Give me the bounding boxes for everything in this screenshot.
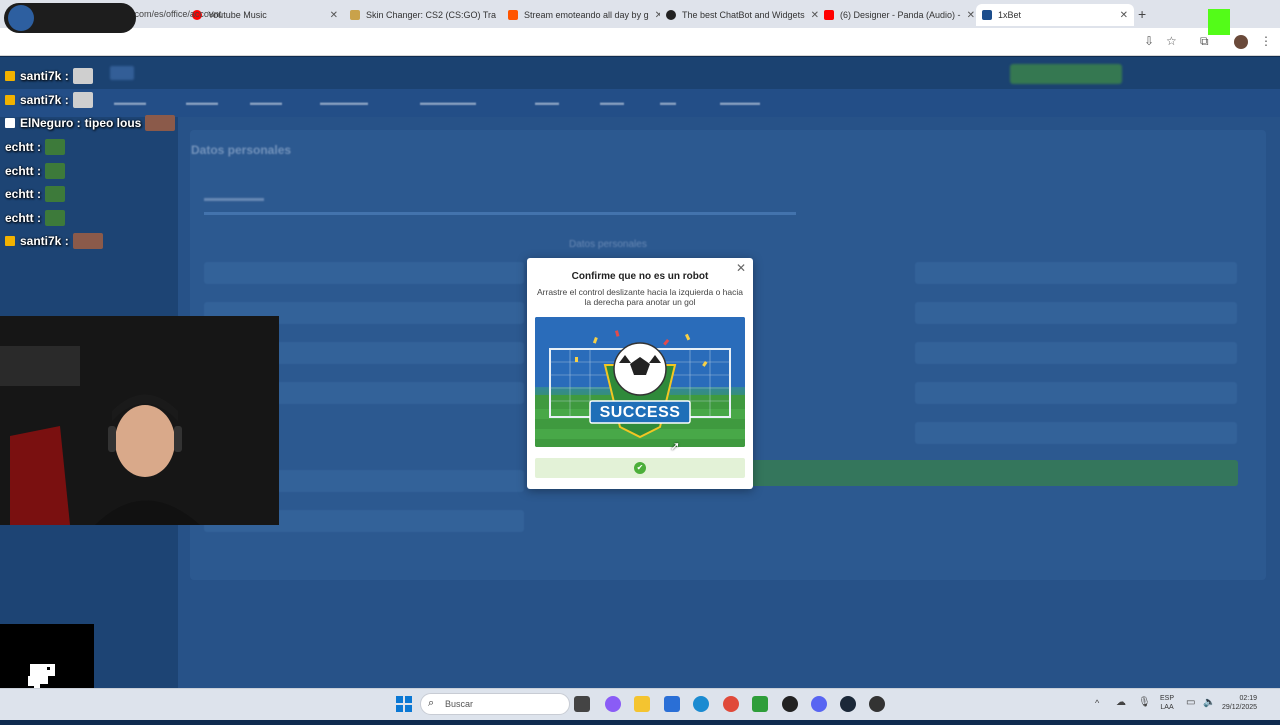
time: 02:19	[1239, 695, 1258, 702]
mouse-cursor-icon: ➚	[670, 439, 681, 453]
chrome-icon[interactable]	[723, 696, 739, 712]
chat-username: santi7k :	[20, 93, 69, 107]
volume-icon[interactable]: 🔈	[1203, 697, 1215, 708]
tab-chatbot[interactable]: The best ChatBot and Widgets ✕	[660, 4, 818, 26]
task-view-icon[interactable]	[574, 696, 590, 712]
date: 29/12/2025	[1222, 704, 1258, 711]
crown-icon	[5, 95, 15, 105]
tab-stream-emoteando[interactable]: Stream emoteando all day by g ✕	[502, 4, 660, 26]
chevron-up-icon[interactable]: ^	[1095, 698, 1099, 708]
captcha-success-text: SUCCESS	[599, 404, 681, 421]
webcam-feed	[0, 316, 279, 525]
chat-username: echtt :	[5, 164, 41, 178]
clock[interactable]: 02:19 29/12/2025	[1222, 694, 1257, 712]
chat-username: santi7k :	[20, 69, 69, 83]
obs-icon[interactable]	[869, 696, 885, 712]
language-indicator[interactable]: ESP LAA	[1160, 694, 1174, 712]
goal-scene-illustration	[535, 317, 745, 447]
captcha-football-image	[535, 317, 745, 447]
copilot-icon[interactable]	[605, 696, 621, 712]
crown-icon	[5, 71, 15, 81]
tab-label: (6) Designer - Panda (Audio) -	[840, 10, 961, 20]
emote-icon	[145, 115, 176, 131]
youtube-icon	[824, 10, 834, 20]
chatbot-icon	[666, 10, 676, 20]
profile-avatar[interactable]	[1234, 35, 1248, 49]
chat-message: echtt :	[5, 184, 65, 204]
soundcloud-icon	[508, 10, 518, 20]
chat-text: tipeo lous	[84, 116, 142, 130]
streamer-avatar	[8, 5, 34, 31]
chat-message: echtt :	[5, 161, 65, 181]
modal-title: Confirme que no es un robot	[571, 271, 709, 282]
emote-icon	[45, 163, 65, 179]
crown-icon	[5, 236, 15, 246]
chat-message: santi7k :	[5, 66, 93, 86]
skin-changer-icon	[350, 10, 360, 20]
search-icon: ⌕	[428, 697, 435, 709]
badge-icon	[5, 118, 15, 128]
install-app-icon[interactable]: ⇩	[1144, 34, 1154, 48]
emote-icon	[45, 186, 65, 202]
chat-message: santi7k :	[5, 90, 93, 110]
address-bar	[0, 28, 1280, 56]
tab-label: Stream emoteando all day by g	[524, 10, 649, 20]
tab-1xbet[interactable]: 1xBet ✕	[976, 4, 1134, 26]
edge-icon[interactable]	[693, 696, 709, 712]
tab-designer[interactable]: (6) Designer - Panda (Audio) - ✕	[818, 4, 976, 26]
search-placeholder: Buscar	[445, 699, 474, 709]
emote-icon	[45, 139, 65, 155]
app-icon[interactable]	[782, 696, 798, 712]
taskbar-search[interactable]	[420, 693, 570, 715]
close-icon[interactable]: ✕	[324, 10, 338, 21]
file-explorer-icon[interactable]	[634, 696, 650, 712]
new-tab-icon[interactable]: +	[1138, 6, 1146, 22]
discord-icon[interactable]	[811, 696, 827, 712]
kick-logo-icon	[1208, 9, 1230, 35]
microphone-icon[interactable]: 🎙	[1138, 697, 1151, 708]
store-icon[interactable]	[664, 696, 680, 712]
emote-icon	[72, 68, 93, 84]
tab-skin-changer[interactable]: Skin Changer: CS2 (CS:GO) Tra ✕	[344, 4, 502, 26]
close-icon[interactable]: ✕	[805, 10, 818, 21]
steam-icon[interactable]	[840, 696, 856, 712]
chat-username: santi7k :	[20, 234, 69, 248]
extensions-icon[interactable]: ⧉	[1200, 34, 1209, 49]
chat-username: echtt :	[5, 211, 41, 225]
tab-label: The best ChatBot and Widgets	[682, 10, 805, 20]
cloud-icon[interactable]: ☁	[1116, 697, 1126, 708]
language-code: ESP	[1160, 695, 1175, 702]
tab-label: Skin Changer: CS2 (CS:GO) Tra	[366, 10, 497, 20]
check-icon: ✔	[634, 462, 646, 474]
region-code: LAA	[1160, 704, 1174, 711]
emote-icon	[72, 233, 103, 249]
emote-icon	[72, 92, 93, 108]
chat-username: ElNeguro :	[20, 116, 81, 130]
emote-icon	[45, 210, 65, 226]
close-icon[interactable]: ✕	[649, 10, 660, 21]
close-icon[interactable]: ✕	[961, 10, 975, 21]
chat-message: santi7k :	[5, 231, 103, 251]
onexbet-icon	[982, 10, 992, 20]
xbox-icon[interactable]	[752, 696, 768, 712]
chat-message: echtt :	[5, 208, 65, 228]
windows-start-icon[interactable]	[396, 696, 412, 712]
bookmark-star-icon[interactable]: ☆	[1166, 34, 1177, 48]
close-icon[interactable]: ✕	[1114, 10, 1128, 21]
chat-username: echtt :	[5, 140, 41, 154]
menu-kebab-icon[interactable]: ⋮	[1260, 34, 1272, 48]
tab-label: 1xBet	[998, 10, 1022, 20]
chat-username: echtt :	[5, 187, 41, 201]
chat-message: ElNeguro : tipeo lous	[5, 113, 176, 133]
network-icon[interactable]: ▭	[1186, 697, 1195, 708]
webcam-person-illustration	[0, 316, 279, 525]
modal-description: Arrastre el control deslizante hacia la …	[537, 287, 744, 307]
chat-message: echtt :	[5, 137, 65, 157]
